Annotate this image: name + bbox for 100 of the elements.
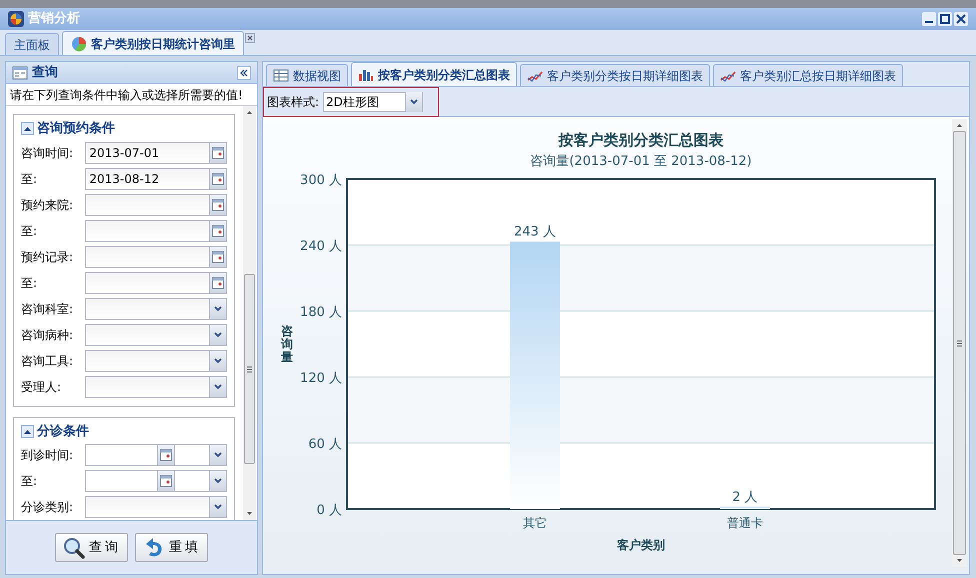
axis-title: 咨询量 [281,325,293,365]
tick-label: 120 人 [300,371,342,386]
scrollbar[interactable] [243,106,256,520]
calendar-button[interactable] [209,142,226,162]
category-label: 其它 [523,516,547,530]
minimize-button[interactable] [922,12,936,26]
tab[interactable]: 客户类别按日期统计咨询里 [62,31,244,55]
dropdown-button[interactable] [209,471,226,491]
panel-title: 查询 [32,64,59,82]
category-label: 普通卡 [727,516,763,530]
form-icon [12,66,28,80]
dropdown-field[interactable] [85,496,227,518]
date-field[interactable] [85,194,227,216]
collapse-toggle[interactable] [21,122,34,136]
calendar-icon [160,475,172,487]
bar-chart-icon [358,67,374,82]
tick-label: 240 人 [300,239,342,254]
field-label: 至: [21,274,38,292]
dropdown-field[interactable] [85,350,227,372]
field-label: 咨询科室: [21,300,74,318]
calendar-icon [212,276,224,288]
tab[interactable]: 客户类别分类按日期详细图表 [520,64,710,86]
field-label: 至: [21,170,38,188]
collapse-button[interactable] [237,66,251,80]
tick-label: 180 人 [300,305,342,320]
reset-button[interactable]: 重填 [135,533,208,562]
close-icon[interactable] [245,33,255,43]
dropdown-field[interactable] [85,324,227,346]
calendar-button[interactable] [209,168,226,188]
value-label: 2 人 [732,490,758,505]
dropdown-button[interactable] [209,324,226,344]
calendar-button[interactable] [209,194,226,214]
date-field[interactable] [85,470,174,492]
dropdown-button[interactable] [209,497,226,517]
chart-title: 按客户类别分类汇总图表 [558,131,724,149]
chart-style-dropdown[interactable]: 2D柱形图 [323,92,424,112]
collapse-arrow-icon [23,428,32,435]
caret-icon [213,330,223,338]
section-title: 分诊条件 [36,422,90,440]
collapse-toggle[interactable] [21,424,34,438]
calendar-button[interactable] [209,246,226,266]
dropdown-button[interactable] [209,445,226,465]
dropdown-button[interactable] [209,376,226,396]
field-label: 咨询工具: [21,352,74,370]
date-field[interactable] [85,444,174,466]
tab[interactable]: 主面板 [5,33,59,55]
search-icon [62,536,86,560]
calendar-icon [160,449,172,461]
caret-icon [213,451,223,459]
dropdown-button[interactable] [405,92,422,112]
minimize-icon [925,21,933,23]
field-label: 预约来院: [21,196,74,214]
calendar-icon [212,198,224,210]
date-field[interactable]: 2013-08-12 [85,168,227,190]
chart-subtitle: 咨询量(2013-07-01 至 2013-08-12) [530,154,752,169]
dropdown-field[interactable] [85,376,227,398]
calendar-icon [212,172,224,184]
calendar-button[interactable] [209,220,226,240]
bar [720,506,770,509]
maximize-icon [940,14,950,24]
collapse-arrow-icon [23,125,32,132]
field-label: 咨询时间: [21,144,74,162]
app-icon [8,11,24,27]
field-label: 预约记录: [21,248,74,266]
table-icon [273,68,289,83]
grip-icon [246,366,253,372]
tab[interactable]: 按客户类别分类汇总图表 [351,62,517,86]
calendar-button[interactable] [156,445,174,465]
caret-icon [213,503,223,511]
date-field[interactable] [85,246,227,268]
scrollbar[interactable] [952,119,967,567]
date-field[interactable]: 2013-07-01 [85,142,227,164]
pie-chart-icon [71,36,87,52]
tick-label: 0 人 [316,503,342,518]
field-label: 受理人: [21,378,62,396]
dropdown-button[interactable] [209,350,226,370]
window-title: 营销分析 [28,10,81,28]
date-field[interactable] [85,220,227,242]
calendar-icon [212,146,224,158]
tick-label: 300 人 [300,173,342,188]
calendar-button[interactable] [209,272,226,292]
calendar-button[interactable] [156,471,174,491]
dropdown-button[interactable] [209,298,226,318]
field-label: 到诊时间: [21,447,74,464]
field-label: 分诊类别: [21,499,74,516]
tab[interactable]: 客户类别汇总按日期详细图表 [713,64,903,86]
field-label: 至: [21,473,38,490]
calendar-icon [212,250,224,262]
date-field[interactable] [85,272,227,294]
maximize-button[interactable] [938,12,952,26]
toolbar-label: 图表样式: [267,94,320,110]
close-icon [956,14,966,24]
dropdown-field[interactable] [85,298,227,320]
caret-icon [213,356,223,364]
axis-title: 客户类别 [617,538,665,552]
close-button[interactable] [954,12,968,26]
search-button[interactable]: 查询 [55,533,128,562]
field-label: 咨询病种: [21,326,74,344]
tick-label: 60 人 [308,437,342,452]
tab[interactable]: 数据视图 [266,64,348,86]
